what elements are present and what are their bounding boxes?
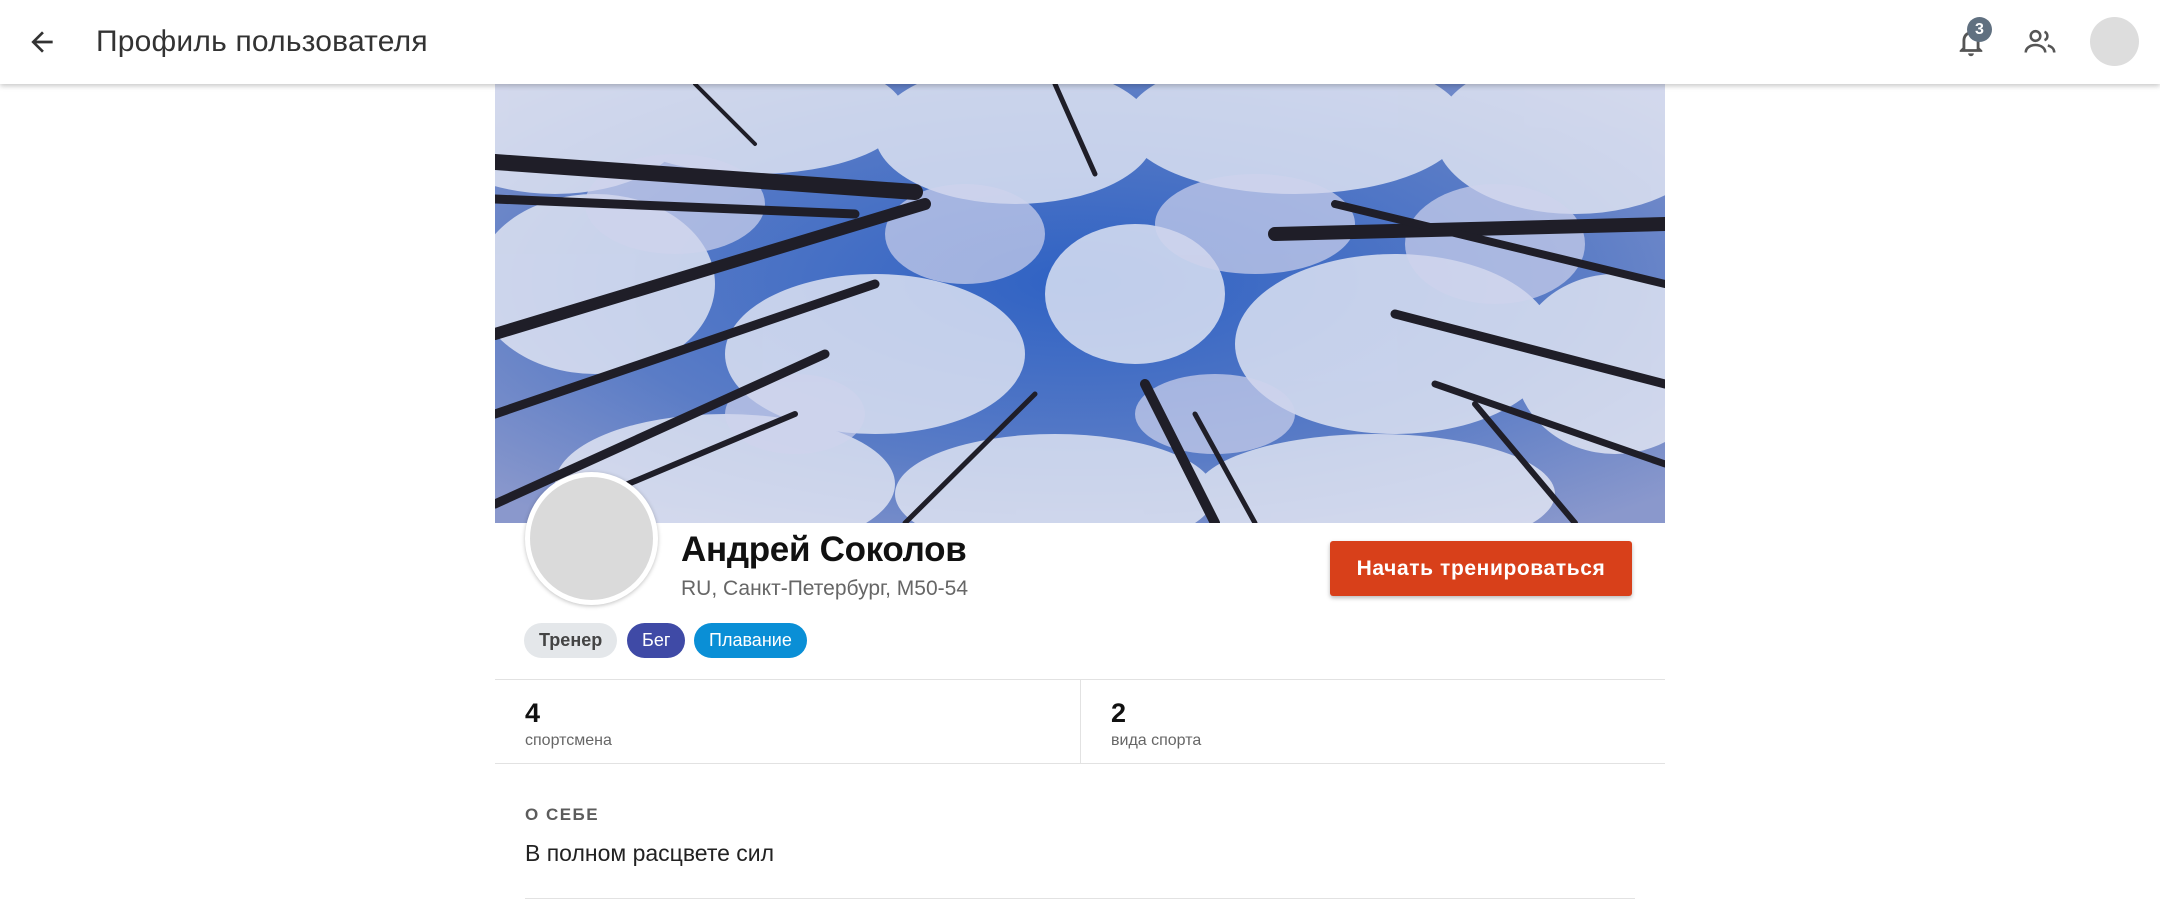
arrow-back-icon: [31, 31, 53, 53]
stat-athletes[interactable]: 4 спортсмена: [495, 680, 1081, 764]
user-name: Андрей Соколов: [681, 530, 967, 569]
stat-value: 2: [1111, 698, 1127, 728]
start-training-button[interactable]: Начать тренироваться: [1330, 541, 1632, 596]
user-location: RU, Санкт-Петербург, M50-54: [681, 577, 969, 600]
divider: [525, 898, 1635, 899]
account-avatar[interactable]: [2090, 17, 2139, 66]
cover-image: [495, 84, 1665, 523]
back-button[interactable]: [14, 14, 70, 70]
people-icon: [2024, 29, 2056, 53]
stats-bar: 4 спортсмена 2 вида спорта: [495, 679, 1665, 764]
tag-swimming: Плавание: [694, 623, 807, 658]
stat-label: вида спорта: [1111, 732, 1202, 749]
page-title: Профиль пользователя: [96, 25, 428, 58]
notification-count-badge: 3: [1967, 17, 1992, 42]
profile-avatar: [525, 472, 658, 605]
about-text: В полном расцвете сил: [525, 840, 775, 866]
tag-running: Бег: [627, 623, 686, 658]
tag-coach: Тренер: [524, 623, 618, 658]
friends-button[interactable]: [2012, 14, 2068, 70]
about-heading: О СЕБЕ: [525, 805, 600, 824]
stat-label: спортсмена: [525, 732, 612, 749]
stat-sports[interactable]: 2 вида спорта: [1081, 680, 1665, 764]
stat-value: 4: [525, 698, 541, 728]
app-bar: Профиль пользователя 3: [0, 0, 2160, 84]
